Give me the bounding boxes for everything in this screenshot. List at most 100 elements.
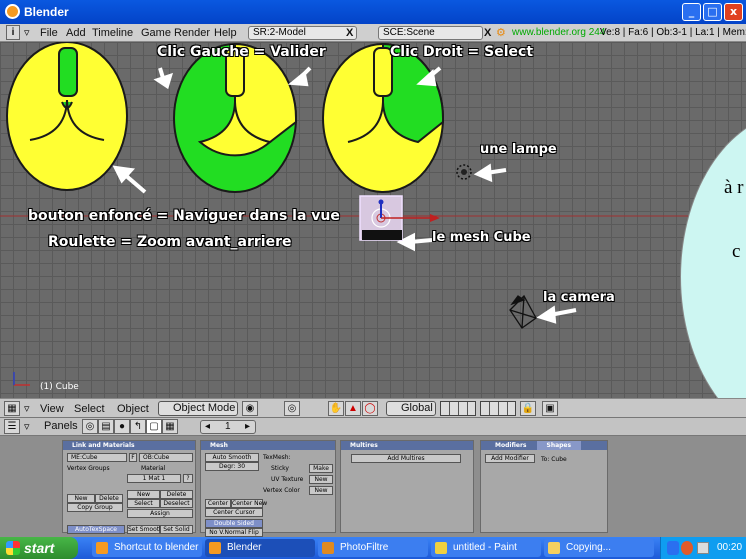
hand-icon[interactable]: ✋ <box>328 401 344 416</box>
menu-object[interactable]: Object <box>117 403 149 415</box>
center-new-button[interactable]: Center New <box>231 499 267 508</box>
menu-collapse-icon[interactable]: ▿ <box>24 26 30 39</box>
object-tab-icon[interactable]: ↰ <box>130 419 146 434</box>
autotexspace-toggle[interactable]: AutoTexSpace <box>67 525 125 534</box>
auto-smooth-toggle[interactable]: Auto Smooth <box>205 453 259 462</box>
axis-gizmo-icon <box>13 372 30 386</box>
menu-select[interactable]: Select <box>74 403 105 415</box>
vertex-groups-label: Vertex Groups <box>67 465 110 472</box>
close-button[interactable]: x <box>724 3 743 21</box>
set-solid-button[interactable]: Set Solid <box>160 525 193 534</box>
lock-icon[interactable]: 🔒 <box>520 401 536 416</box>
add-modifier-button[interactable]: Add Modifier <box>485 454 535 463</box>
tray-monitor-icon[interactable] <box>697 542 709 554</box>
panels-label[interactable]: Panels <box>44 420 78 432</box>
blender-url[interactable]: www.blender.org 244 <box>512 27 605 38</box>
add-multires-button[interactable]: Add Multires <box>351 454 461 463</box>
tray-network-icon[interactable] <box>681 541 693 555</box>
fake-user-button[interactable]: F <box>129 453 137 462</box>
material-assign-button[interactable]: Assign <box>127 509 193 518</box>
scene-delete-button[interactable]: X <box>484 27 491 39</box>
no-vnormal-flip-toggle[interactable]: No V.Normal Flip <box>205 528 263 537</box>
layers-2-buttons[interactable] <box>480 401 516 416</box>
annotation-left-click: Clic Gauche = Valider <box>157 44 326 60</box>
menu-render[interactable]: Render <box>174 27 210 39</box>
taskbar-item-photofiltre[interactable]: PhotoFiltre <box>318 539 428 557</box>
tray-language-icon[interactable] <box>667 541 679 555</box>
editing-tab-icon[interactable]: ▢ <box>146 419 162 434</box>
uv-texture-label: UV Texture <box>271 476 304 483</box>
scene-selector[interactable]: SCE:Scene <box>378 26 483 40</box>
taskbar-item-paint[interactable]: untitled - Paint <box>431 539 541 557</box>
annotation-wheel: Roulette = Zoom avant_arriere <box>48 234 292 250</box>
blender-app-icon <box>96 542 108 554</box>
draw-type-icon[interactable]: ◉ <box>242 401 258 416</box>
material-delete-button[interactable]: Delete <box>160 490 193 499</box>
mode-selector[interactable]: Object Mode <box>158 401 238 416</box>
vertex-color-new-button[interactable]: New <box>309 486 333 495</box>
center-button[interactable]: Center <box>205 499 231 508</box>
3d-view-header: ▦ ▿ View Select Object Object Mode ◉ ◎ ✋… <box>0 398 746 418</box>
vgroup-delete-button[interactable]: Delete <box>95 494 123 503</box>
maximize-button[interactable]: □ <box>703 3 722 21</box>
center-cursor-button[interactable]: Center Cursor <box>205 508 263 517</box>
degr-field[interactable]: Degr: 30 <box>205 462 259 471</box>
window-type-icon[interactable]: ▦ <box>4 401 20 416</box>
window-titlebar: Blender _ □ x <box>0 0 746 24</box>
info-window-icon[interactable]: i <box>6 25 20 40</box>
layers-1-buttons[interactable] <box>440 401 476 416</box>
sticky-make-button[interactable]: Make <box>309 464 333 473</box>
windows-logo-icon <box>6 541 20 555</box>
material-question-button[interactable]: ? <box>183 474 193 483</box>
buttons-window-header: ☰ ▿ Panels ◎ ▤ ● ↰ ▢ ▦ ◂ 1 ▸ <box>0 418 746 436</box>
minimize-button[interactable]: _ <box>682 3 701 21</box>
start-button[interactable]: start <box>0 537 78 559</box>
rotate-manip-icon[interactable]: ▲ <box>345 401 361 416</box>
tab-modifiers[interactable]: Modifiers <box>485 441 537 450</box>
material-slot-field[interactable]: 1 Mat 1 <box>127 474 181 483</box>
frame-value: 1 <box>225 421 231 432</box>
script-tab-icon[interactable]: ▤ <box>98 419 114 434</box>
taskbar-item-blender[interactable]: Blender <box>205 539 315 557</box>
3d-viewport[interactable]: Clic Gauche = Valider Clic Droit = Selec… <box>0 42 746 398</box>
scale-manip-icon[interactable]: ◯ <box>362 401 378 416</box>
uv-texture-new-button[interactable]: New <box>309 475 333 484</box>
header-collapse-icon[interactable]: ▿ <box>24 402 30 415</box>
vgroup-new-button[interactable]: New <box>67 494 95 503</box>
menu-help[interactable]: Help <box>214 27 237 39</box>
window-title: Blender <box>24 5 69 19</box>
mesh-name-field[interactable]: ME:Cube <box>67 453 127 462</box>
menu-file[interactable]: File <box>40 27 58 39</box>
buttons-window-icon[interactable]: ☰ <box>4 419 20 434</box>
material-select-button[interactable]: Select <box>127 499 160 508</box>
menu-view[interactable]: View <box>40 403 64 415</box>
screen-delete-button[interactable]: X <box>346 27 353 39</box>
frame-prev-icon[interactable]: ◂ <box>205 421 210 432</box>
material-new-button[interactable]: New <box>127 490 160 499</box>
orientation-selector[interactable]: Global <box>386 401 436 416</box>
taskbar-item-shortcut-blender[interactable]: Shortcut to blender <box>92 539 202 557</box>
panels-collapse-icon[interactable]: ▿ <box>24 420 30 433</box>
shading-tab-icon[interactable]: ● <box>114 419 130 434</box>
start-label: start <box>24 540 55 556</box>
frame-counter[interactable]: ◂ 1 ▸ <box>200 420 256 434</box>
scene-tab-icon[interactable]: ▦ <box>162 419 178 434</box>
menu-timeline[interactable]: Timeline <box>92 27 133 39</box>
material-deselect-button[interactable]: Deselect <box>160 499 193 508</box>
annotation-middle-click: bouton enfoncé = Naviguer dans la vue <box>28 208 340 224</box>
taskbar-item-copying[interactable]: Copying... <box>544 539 654 557</box>
menu-add[interactable]: Add <box>66 27 86 39</box>
set-smooth-button[interactable]: Set Smooth <box>127 525 163 534</box>
render-preview-icon[interactable]: ▣ <box>542 401 558 416</box>
annotation-camera: la camera <box>543 290 615 305</box>
copy-group-button[interactable]: Copy Group <box>67 503 123 512</box>
tab-shapes[interactable]: Shapes <box>536 441 582 450</box>
menu-game[interactable]: Game <box>141 27 171 39</box>
pivot-icon[interactable]: ◎ <box>284 401 300 416</box>
frame-next-icon[interactable]: ▸ <box>245 421 250 432</box>
screen-selector[interactable]: SR:2-Model <box>248 26 357 40</box>
double-sided-toggle[interactable]: Double Sided <box>205 519 263 528</box>
logic-tab-icon[interactable]: ◎ <box>82 419 98 434</box>
object-name-field[interactable]: OB:Cube <box>139 453 193 462</box>
panel-title: Link and Materials <box>63 441 195 450</box>
